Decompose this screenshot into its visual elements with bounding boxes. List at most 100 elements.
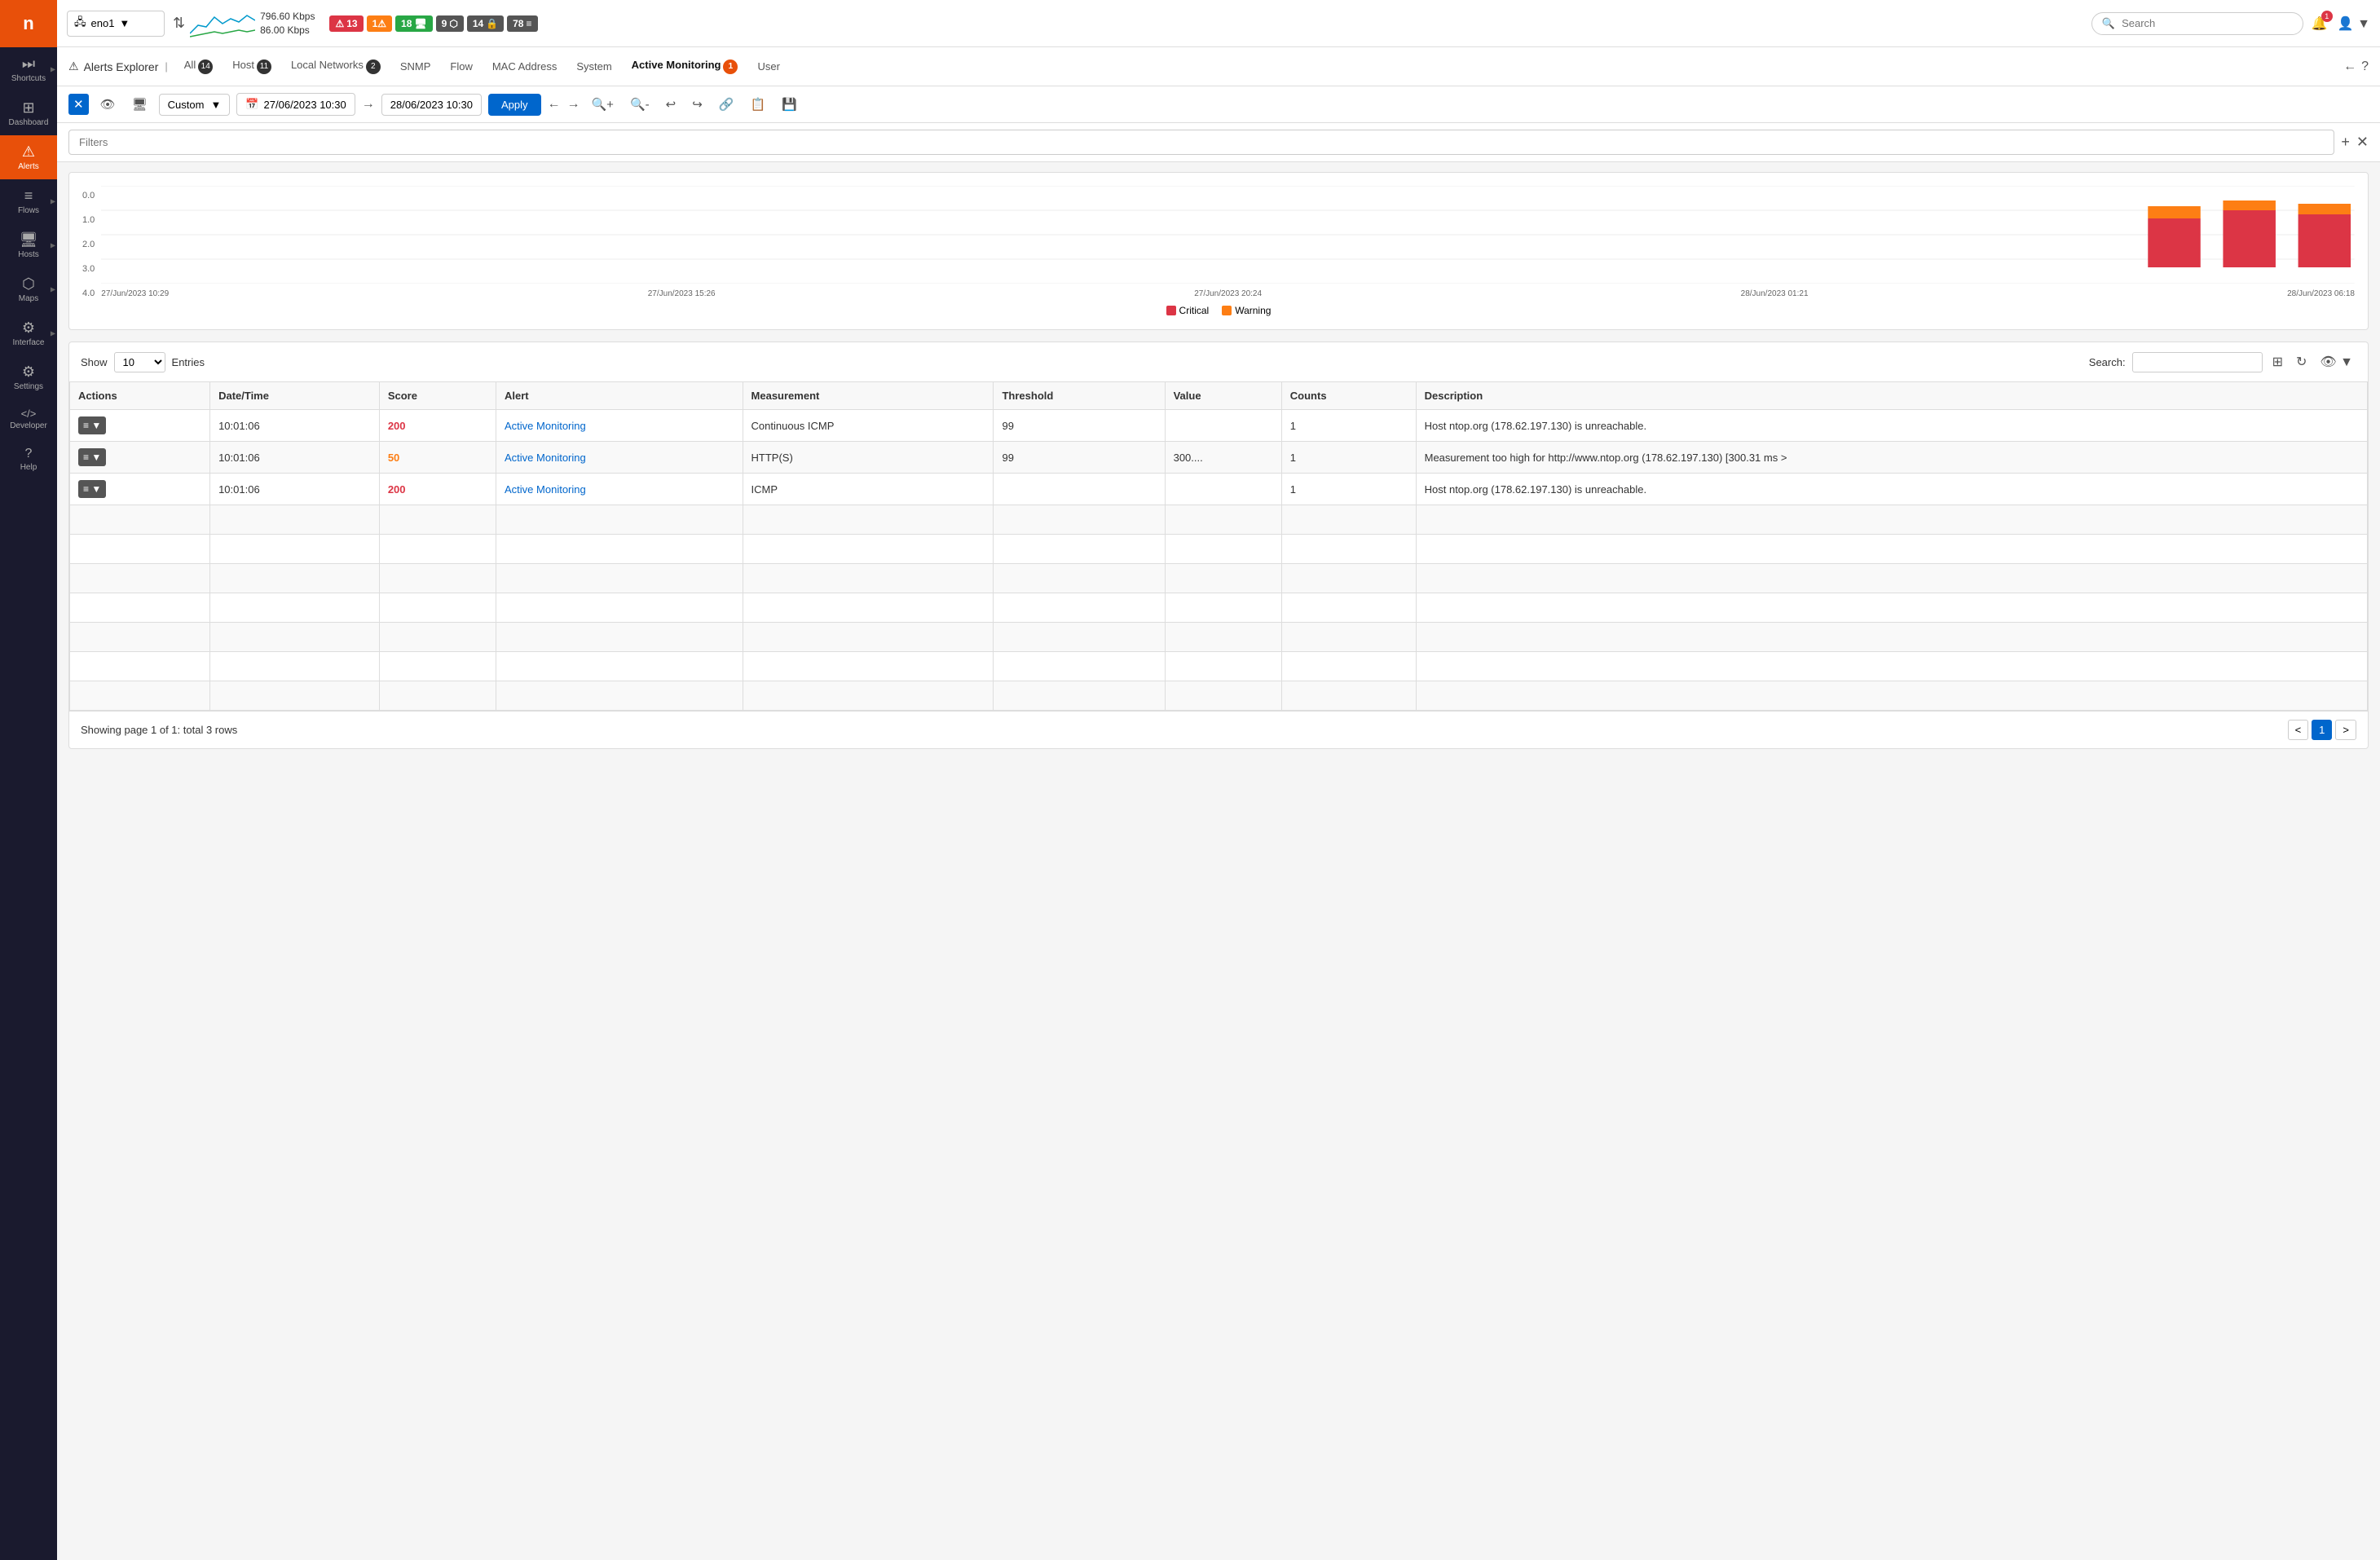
grid-view-btn[interactable]: ⊞ <box>2269 350 2286 373</box>
next-page-btn[interactable]: > <box>2335 720 2356 740</box>
redo-btn[interactable]: ↪ <box>687 94 707 115</box>
filter-input[interactable] <box>68 130 2334 155</box>
back-arrow[interactable]: ← <box>2343 59 2356 74</box>
sidebar-item-hosts[interactable]: 🖥 Hosts ▶ <box>0 223 57 267</box>
nav-system[interactable]: System <box>566 55 621 77</box>
badge-alerts-critical[interactable]: ⚠ 13 <box>329 15 363 32</box>
nav-snmp[interactable]: SNMP <box>390 55 441 77</box>
sidebar-item-flows[interactable]: ≡ Flows ▶ <box>0 179 57 223</box>
save-btn[interactable]: 💾 <box>777 94 802 115</box>
cell-measurement: ICMP <box>743 474 994 505</box>
nav-mac-address[interactable]: MAC Address <box>483 55 566 77</box>
eye-view-btn[interactable]: 👁 ▼ <box>2316 350 2356 373</box>
localnet-count-badge: 2 <box>366 59 381 74</box>
cell-threshold: 99 <box>994 410 1165 442</box>
nav-all[interactable]: All14 <box>174 54 223 79</box>
time-preset-select[interactable]: Custom ▼ <box>159 94 231 116</box>
dashboard-icon: ⊞ <box>22 99 34 117</box>
nav-active-monitoring[interactable]: Active Monitoring1 <box>622 54 748 79</box>
badge-flows-78[interactable]: 78 ≡ <box>507 15 537 32</box>
refresh-btn[interactable]: ↻ <box>2293 350 2310 373</box>
filter-close-button[interactable]: ✕ <box>2356 134 2369 151</box>
next-arrow[interactable]: → <box>567 97 580 112</box>
expand-icon: ▶ <box>51 330 55 337</box>
entries-label: Entries <box>172 356 205 368</box>
zoom-in-btn[interactable]: 🔍+ <box>587 94 619 115</box>
sidebar-item-interface[interactable]: ⚙ Interface ▶ <box>0 311 57 355</box>
user-icon[interactable]: 👤 ▼ <box>2338 15 2370 32</box>
sidebar-item-alerts[interactable]: ⚠ Alerts <box>0 135 57 179</box>
time-filter-btn[interactable]: ✕ <box>68 94 89 115</box>
alerts-nav: All14 Host11 Local Networks2 SNMP Flow M… <box>174 54 790 79</box>
chart-container: 4.0 3.0 2.0 1.0 0.0 <box>68 172 2369 330</box>
filter-add-button[interactable]: + <box>2341 134 2350 151</box>
alert-link-1[interactable]: Active Monitoring <box>505 420 586 432</box>
chart-y-labels: 4.0 3.0 2.0 1.0 0.0 <box>82 191 95 298</box>
zoom-out-btn[interactable]: 🔍- <box>625 94 654 115</box>
notifications-icon[interactable]: 🔔 1 <box>2312 15 2328 32</box>
alert-link-3[interactable]: Active Monitoring <box>505 483 586 496</box>
showing-text: Showing page 1 of 1: total 3 rows <box>81 724 237 736</box>
badge-flows-9[interactable]: 9 ⬡ <box>436 15 464 32</box>
legend-critical: Critical <box>1166 305 1210 316</box>
action-button-2[interactable]: ≡ ▼ <box>78 448 106 466</box>
nav-host[interactable]: Host11 <box>223 54 281 79</box>
date-to-value: 28/06/2023 10:30 <box>390 99 473 111</box>
link-btn[interactable]: 🔗 <box>714 94 739 115</box>
warning-icon: ⚠ <box>68 59 79 73</box>
badge-count: 13 <box>346 18 357 29</box>
date-from-input[interactable]: 📅 27/06/2023 10:30 <box>236 93 355 116</box>
sidebar-item-shortcuts[interactable]: ⏭ Shortcuts ▶ <box>0 47 57 91</box>
search-input[interactable] <box>2122 17 2285 29</box>
undo-btn[interactable]: ↩ <box>661 94 681 115</box>
sidebar-item-dashboard[interactable]: ⊞ Dashboard <box>0 91 57 135</box>
warning-color <box>1222 306 1232 315</box>
sidebar-item-developer[interactable]: </> Developer <box>0 399 57 438</box>
action-button-3[interactable]: ≡ ▼ <box>78 480 106 498</box>
entries-select[interactable]: 10 25 50 <box>114 352 165 372</box>
nav-local-networks[interactable]: Local Networks2 <box>281 54 390 79</box>
cell-measurement: Continuous ICMP <box>743 410 994 442</box>
host-count-badge: 11 <box>257 59 271 74</box>
interface-selector[interactable]: 🖧 eno1 ▼ <box>67 11 165 37</box>
action-button-1[interactable]: ≡ ▼ <box>78 416 106 434</box>
apply-button[interactable]: Apply <box>488 94 541 116</box>
y-label-0: 0.0 <box>82 191 95 201</box>
col-score: Score <box>379 382 496 410</box>
badge-count: 78 <box>513 18 523 29</box>
sidebar-item-settings[interactable]: ⚙ Settings <box>0 355 57 399</box>
sidebar-logo[interactable]: n <box>0 0 57 47</box>
table-footer: Showing page 1 of 1: total 3 rows < 1 > <box>69 711 2368 748</box>
badge-hosts[interactable]: 18 🖥 <box>395 15 433 32</box>
monitor-btn[interactable]: 🖥 <box>127 94 152 115</box>
cell-counts: 1 <box>1281 474 1416 505</box>
help-circle-icon[interactable]: ? <box>2361 59 2369 74</box>
table-container: Show 10 25 50 Entries Search: ⊞ ↻ 👁 ▼ <box>68 342 2369 749</box>
traffic-values: 796.60 Kbps 86.00 Kbps <box>260 10 315 37</box>
active-mon-count-badge: 1 <box>723 59 738 74</box>
badge-alerts-warning[interactable]: 1⚠ <box>367 15 392 32</box>
search-box[interactable]: 🔍 <box>2091 12 2303 35</box>
warning-icon: 1⚠ <box>372 18 386 29</box>
current-page-btn[interactable]: 1 <box>2312 720 2332 740</box>
table-controls-right: Search: ⊞ ↻ 👁 ▼ <box>2089 350 2356 373</box>
y-label-1: 1.0 <box>82 215 95 225</box>
prev-page-btn[interactable]: < <box>2288 720 2309 740</box>
alert-link-2[interactable]: Active Monitoring <box>505 452 586 464</box>
cell-datetime: 10:01:06 <box>210 474 380 505</box>
table-search-input[interactable] <box>2132 352 2263 372</box>
copy-btn[interactable]: 📋 <box>745 94 770 115</box>
chart-wrapper: 4.0 3.0 2.0 1.0 0.0 <box>82 186 2355 298</box>
alerts-bar: ⚠ Alerts Explorer | All14 Host11 Local N… <box>57 47 2380 86</box>
sidebar-item-maps[interactable]: ⬡ Maps ▶ <box>0 267 57 311</box>
eye-btn[interactable]: 👁 <box>95 94 121 115</box>
settings-icon: ⚙ <box>22 364 35 381</box>
prev-arrow[interactable]: ← <box>548 97 561 112</box>
nav-user[interactable]: User <box>747 55 789 77</box>
sidebar-item-help[interactable]: ? Help <box>0 438 57 480</box>
date-to-input[interactable]: 28/06/2023 10:30 <box>381 94 482 116</box>
cell-score: 50 <box>379 442 496 474</box>
nav-flow[interactable]: Flow <box>440 55 482 77</box>
badge-flows-14[interactable]: 14 🔒 <box>467 15 504 32</box>
col-measurement: Measurement <box>743 382 994 410</box>
